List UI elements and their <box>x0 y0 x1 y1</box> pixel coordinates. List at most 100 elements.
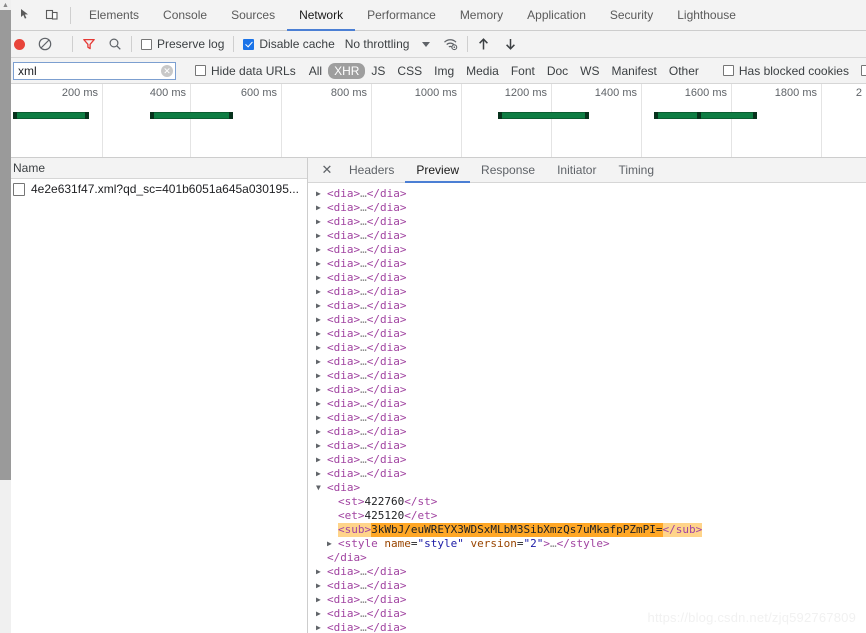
chevron-right-icon[interactable]: ▶ <box>316 229 327 243</box>
chevron-right-icon[interactable]: ▶ <box>316 593 327 607</box>
hide-data-urls-box[interactable] <box>195 65 206 76</box>
xml-node-collapsed[interactable]: ▶ <dia>… </dia> <box>308 271 866 285</box>
clear-network-log-icon[interactable] <box>38 37 52 51</box>
tab-memory[interactable]: Memory <box>448 0 515 31</box>
tab-console[interactable]: Console <box>151 0 219 31</box>
clear-input-icon[interactable]: ✕ <box>161 64 173 77</box>
scrollbar-thumb[interactable] <box>0 10 11 480</box>
chevron-right-icon[interactable]: ▶ <box>316 621 327 633</box>
chip-img[interactable]: Img <box>428 63 460 79</box>
tab-application[interactable]: Application <box>515 0 598 31</box>
record-stop-icon[interactable] <box>14 38 25 50</box>
tab-sources[interactable]: Sources <box>219 0 287 31</box>
chip-manifest[interactable]: Manifest <box>606 63 663 79</box>
chevron-right-icon[interactable]: ▶ <box>327 537 338 551</box>
chevron-right-icon[interactable]: ▶ <box>316 257 327 271</box>
close-icon[interactable]: ✕ <box>316 158 338 182</box>
tab-security[interactable]: Security <box>598 0 665 31</box>
upload-har-icon[interactable] <box>477 37 490 51</box>
xml-node-collapsed[interactable]: ▶ <dia>… </dia> <box>308 313 866 327</box>
device-toolbar-icon[interactable] <box>39 2 65 28</box>
chevron-right-icon[interactable]: ▶ <box>316 579 327 593</box>
chevron-right-icon[interactable]: ▶ <box>316 201 327 215</box>
chevron-right-icon[interactable]: ▶ <box>316 411 327 425</box>
blocked-requests-box[interactable] <box>860 65 866 76</box>
chevron-right-icon[interactable]: ▶ <box>316 215 327 229</box>
xml-node-collapsed[interactable]: ▶ <dia>… </dia> <box>308 257 866 271</box>
has-blocked-cookies-box[interactable] <box>722 65 734 76</box>
has-blocked-cookies-checkbox[interactable]: Has blocked cookies <box>722 64 849 78</box>
network-conditions-icon[interactable] <box>443 37 458 51</box>
tab-initiator[interactable]: Initiator <box>546 158 607 183</box>
filter-funnel-icon[interactable] <box>82 37 96 51</box>
chip-js[interactable]: JS <box>365 63 391 79</box>
tab-lighthouse[interactable]: Lighthouse <box>665 0 748 31</box>
tab-response[interactable]: Response <box>470 158 546 183</box>
tab-headers[interactable]: Headers <box>338 158 405 183</box>
chevron-down-icon[interactable] <box>422 41 431 47</box>
xml-node-expanded-open[interactable]: ▼ <dia> <box>308 481 866 495</box>
xml-node-collapsed[interactable]: ▶ <dia>… </dia> <box>308 579 866 593</box>
xml-node-collapsed[interactable]: ▶ <dia>… </dia> <box>308 355 866 369</box>
chip-media[interactable]: Media <box>460 63 505 79</box>
requests-column-header[interactable]: Name <box>0 158 307 179</box>
chevron-right-icon[interactable]: ▶ <box>316 467 327 481</box>
chevron-right-icon[interactable]: ▶ <box>316 355 327 369</box>
outer-scrollbar[interactable]: ▲ <box>0 0 11 633</box>
xml-node-collapsed[interactable]: ▶ <dia>… </dia> <box>308 453 866 467</box>
chevron-right-icon[interactable]: ▶ <box>316 439 327 453</box>
chevron-right-icon[interactable]: ▶ <box>316 607 327 621</box>
network-overview[interactable]: 200 ms 400 ms 600 ms 800 ms 1000 ms 1200… <box>0 84 866 158</box>
xml-node-collapsed[interactable]: ▶ <dia>… </dia> <box>308 243 866 257</box>
preserve-log-box[interactable] <box>141 38 152 50</box>
xml-node-collapsed[interactable]: ▶ <dia>… </dia> <box>308 621 866 633</box>
chip-xhr[interactable]: XHR <box>328 62 366 79</box>
search-icon[interactable] <box>108 37 122 51</box>
tab-performance[interactable]: Performance <box>355 0 448 31</box>
tab-preview[interactable]: Preview <box>405 158 471 183</box>
xml-node-collapsed[interactable]: ▶ <dia>… </dia> <box>308 229 866 243</box>
chevron-right-icon[interactable]: ▶ <box>316 187 327 201</box>
chip-font[interactable]: Font <box>505 63 541 79</box>
chevron-right-icon[interactable]: ▶ <box>316 565 327 579</box>
xml-node-collapsed[interactable]: ▶ <dia>… </dia> <box>308 201 866 215</box>
chip-doc[interactable]: Doc <box>541 63 574 79</box>
chevron-right-icon[interactable]: ▶ <box>316 285 327 299</box>
xml-node-collapsed[interactable]: ▶ <dia>… </dia> <box>308 299 866 313</box>
throttling-select[interactable]: No throttling <box>345 37 410 51</box>
xml-node-collapsed[interactable]: ▶ <dia>… </dia> <box>308 327 866 341</box>
disable-cache-checkbox[interactable]: Disable cache <box>243 37 335 51</box>
xml-node-collapsed[interactable]: ▶ <dia>… </dia> <box>308 187 866 201</box>
xml-node-collapsed[interactable]: ▶ <dia>… </dia> <box>308 467 866 481</box>
xml-child-style[interactable]: ▶ <style name = "style" version = "2" >… </styl… <box>308 537 866 551</box>
xml-node-collapsed[interactable]: ▶ <dia>… </dia> <box>308 565 866 579</box>
xml-node-collapsed[interactable]: ▶ <dia>… </dia> <box>308 215 866 229</box>
chip-ws[interactable]: WS <box>574 63 605 79</box>
chip-css[interactable]: CSS <box>391 63 428 79</box>
xml-node-collapsed[interactable]: ▶ <dia>… </dia> <box>308 397 866 411</box>
xml-node-collapsed[interactable]: ▶ <dia>… </dia> <box>308 383 866 397</box>
preserve-log-checkbox[interactable]: Preserve log <box>141 37 224 51</box>
xml-node-collapsed[interactable]: ▶ <dia>… </dia> <box>308 285 866 299</box>
chevron-right-icon[interactable]: ▶ <box>316 425 327 439</box>
scroll-up-icon[interactable]: ▲ <box>1 1 10 10</box>
chevron-right-icon[interactable]: ▶ <box>316 397 327 411</box>
chip-all[interactable]: All <box>303 63 328 79</box>
requests-list[interactable]: 4e2e631f47.xml?qd_sc=401b6051a645a030195… <box>0 179 307 633</box>
xml-node-collapsed[interactable]: ▶ <dia>… </dia> <box>308 593 866 607</box>
chevron-right-icon[interactable]: ▶ <box>316 299 327 313</box>
xml-node-collapsed[interactable]: ▶ <dia>… </dia> <box>308 341 866 355</box>
chevron-right-icon[interactable]: ▶ <box>316 383 327 397</box>
inspect-cursor-icon[interactable] <box>13 2 39 28</box>
disable-cache-box[interactable] <box>243 38 255 50</box>
filter-input[interactable] <box>13 61 176 80</box>
table-row[interactable]: 4e2e631f47.xml?qd_sc=401b6051a645a030195… <box>0 179 307 199</box>
blocked-requests-checkbox[interactable]: Blocke <box>860 64 866 78</box>
tab-timing[interactable]: Timing <box>607 158 665 183</box>
xml-node-collapsed[interactable]: ▶ <dia>… </dia> <box>308 369 866 383</box>
chevron-right-icon[interactable]: ▶ <box>316 341 327 355</box>
hide-data-urls-checkbox[interactable]: Hide data URLs <box>195 64 296 78</box>
chevron-right-icon[interactable]: ▶ <box>316 453 327 467</box>
chevron-right-icon[interactable]: ▶ <box>316 369 327 383</box>
download-har-icon[interactable] <box>504 37 517 51</box>
